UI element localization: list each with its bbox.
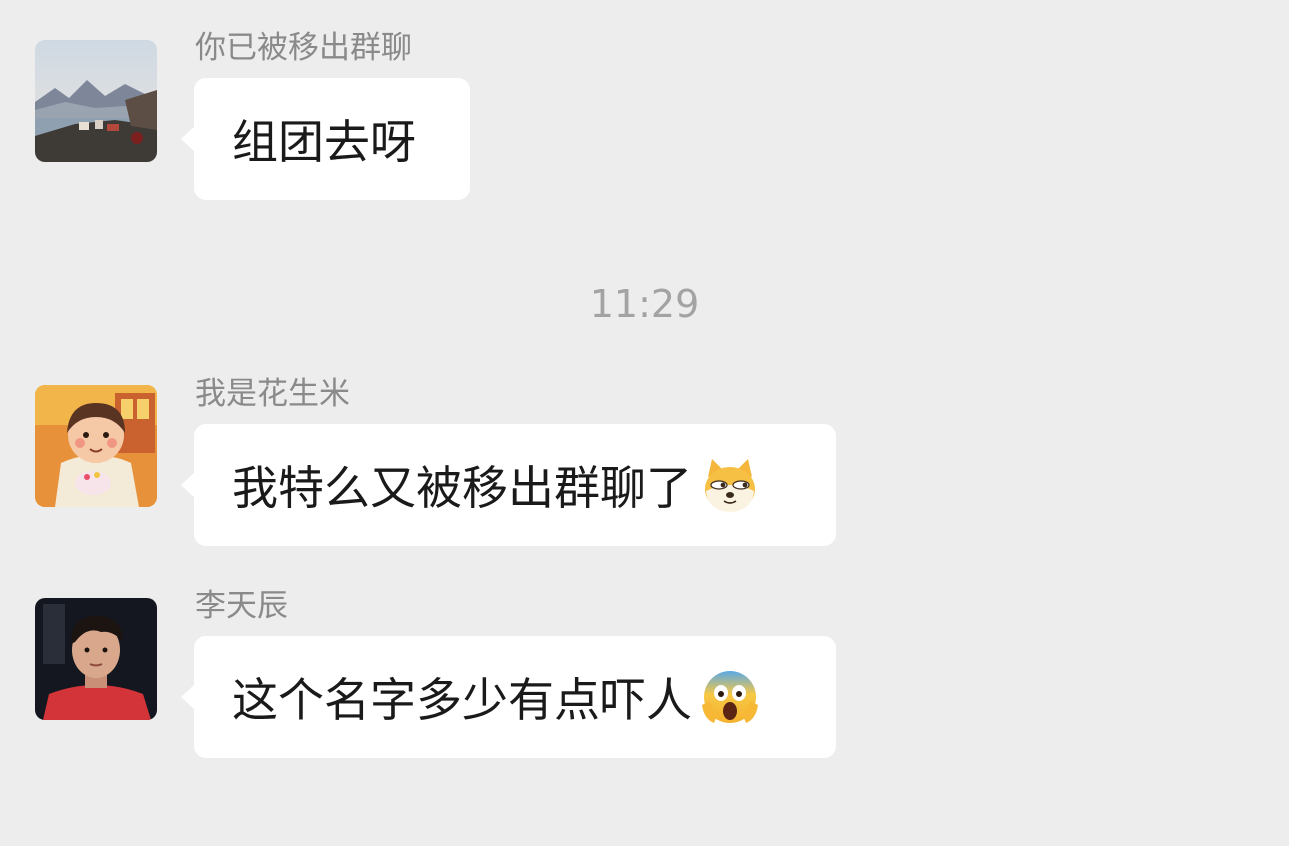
boy-portrait-avatar-icon[interactable] [35,598,157,720]
landscape-avatar-icon[interactable] [35,40,157,162]
sender-name: 你已被移出群聊 [195,30,412,66]
message-text: 组团去呀 [232,115,416,169]
message-bubble[interactable]: 我特么又被移出群聊了 [181,424,836,546]
message-text: 这个名字多少有点吓人 [232,673,692,727]
sender-name: 李天辰 [195,588,288,624]
timestamp: 11:29 [589,282,700,326]
screaming-face-emoji-icon [700,667,760,727]
message-text: 我特么又被移出群聊了 [232,461,692,515]
message-bubble[interactable]: 组团去呀 [181,78,470,200]
sender-name: 我是花生米 [195,376,350,412]
sly-dog-emoji-icon [700,455,760,515]
message-bubble[interactable]: 这个名字多少有点吓人 [181,636,836,758]
chat-window: 你已被移出群聊 组团去呀 11:29 我是花生米 我特么又被移出群聊了 李天辰 … [0,0,1289,846]
illustrated-girl-avatar-icon[interactable] [35,385,157,507]
